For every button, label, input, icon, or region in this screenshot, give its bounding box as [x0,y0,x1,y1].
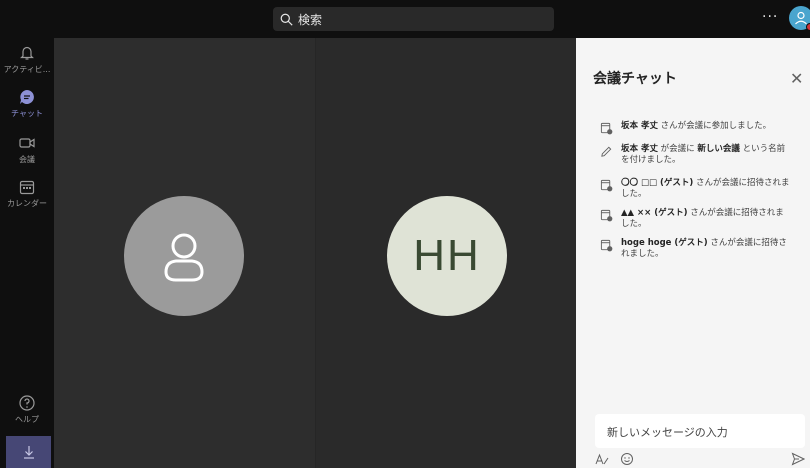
meeting-name: 新しい会議 [697,144,740,154]
bell-icon [20,46,34,60]
status-dot [806,23,810,31]
pencil-icon [601,146,612,157]
message-compose-input[interactable]: 新しいメッセージの入力 [595,414,805,448]
person-icon [164,233,204,282]
system-message: 坂本 孝丈 さんが会議に参加しました。 [600,121,790,135]
message-text: さんが会議に参加しました。 [657,121,772,131]
search-placeholder: 検索 [298,12,323,27]
meeting-join-icon [600,179,613,192]
rail-item-label: アクティビ... [3,65,51,74]
search-icon [280,13,293,26]
message-text: が会議に [657,144,698,154]
rail-item-activity[interactable]: アクティビ... [0,44,54,75]
avatar-initials: HH [413,231,481,280]
close-icon: ✕ [790,69,804,88]
download-icon [23,446,34,459]
close-button[interactable]: ✕ [790,69,803,88]
video-icon [19,138,35,148]
user-avatar[interactable] [789,6,810,31]
participant-tile[interactable] [54,38,315,468]
meeting-chat-panel: 会議チャット ✕ 坂本 孝丈 さんが会議に参加しました。 坂本 孝丈 が会議に … [576,38,810,468]
calendar-icon [19,180,35,195]
rail-item-label: 会議 [19,155,35,164]
rail-item-label: ヘルプ [15,415,39,424]
message-author: ▲▲ ×× (ゲスト) [621,208,688,218]
message-author: 坂本 孝丈 [621,121,658,131]
search-input[interactable]: 検索 [273,7,554,31]
compose-toolbar [595,452,805,468]
message-author: 坂本 孝丈 [621,144,658,154]
more-options-button[interactable]: ··· [762,9,778,25]
top-bar: 検索 ··· [0,0,810,38]
system-message: ▲▲ ×× (ゲスト) さんが会議に招待されました。 [600,208,790,230]
rail-item-chat[interactable]: チャット [0,88,54,119]
meeting-join-icon [600,209,613,222]
help-icon [19,395,35,411]
rail-item-help[interactable]: ヘルプ [0,394,54,425]
system-message: hoge hoge (ゲスト) さんが会議に招待されました。 [600,238,790,260]
format-icon[interactable] [595,452,609,466]
participant-tile[interactable]: HH [315,38,576,468]
panel-title: 会議チャット [593,71,677,87]
rail-item-meetings[interactable]: 会議 [0,134,54,165]
system-message: 坂本 孝丈 が会議に 新しい会議 という名前を付けました。 [600,144,790,166]
chat-icon [20,90,34,104]
app-rail: アクティビ... チャット 会議 カレンダー ヘルプ [0,38,54,468]
meeting-join-icon [600,122,613,135]
system-message: 〇〇 □□ (ゲスト) さんが会議に招待されました。 [600,178,790,200]
video-stage: HH [54,38,576,468]
rail-item-calendar[interactable]: カレンダー [0,178,54,209]
message-author: 〇〇 □□ (ゲスト) [621,178,694,188]
emoji-icon[interactable] [620,452,634,466]
download-button[interactable] [6,436,51,468]
avatar: HH [387,196,507,316]
rail-item-label: カレンダー [7,199,47,208]
send-icon[interactable] [791,452,805,466]
message-author: hoge hoge (ゲスト) [621,238,708,248]
avatar [124,196,244,316]
rail-item-label: チャット [11,109,43,118]
meeting-join-icon [600,239,613,252]
